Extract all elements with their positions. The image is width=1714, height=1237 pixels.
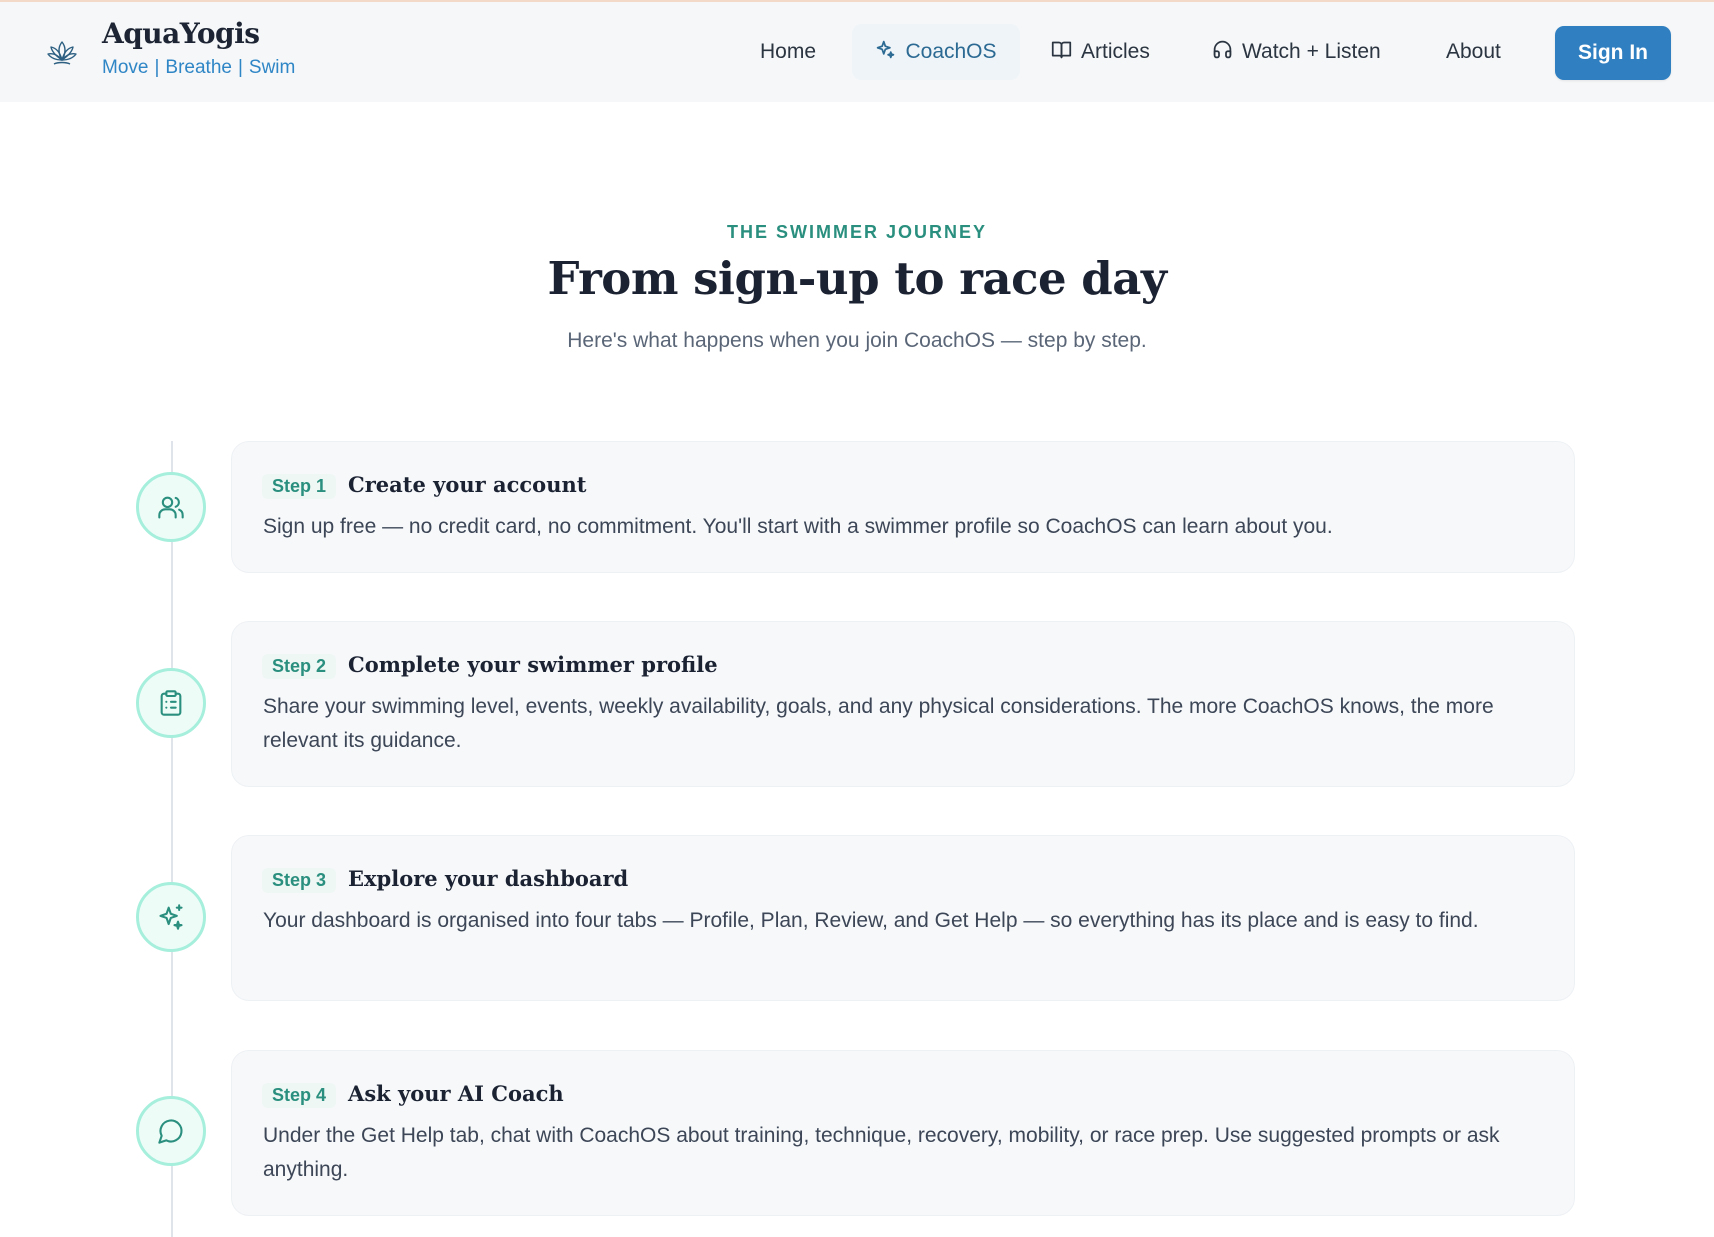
chat-bubble-icon bbox=[136, 1096, 206, 1166]
step-description: Under the Get Help tab, chat with CoachO… bbox=[263, 1124, 1500, 1181]
step-description: Your dashboard is organised into four ta… bbox=[263, 909, 1479, 932]
step-number-badge: Step 1 bbox=[262, 474, 337, 499]
nav-home-label: Home bbox=[760, 40, 817, 63]
step-number-badge: Step 2 bbox=[262, 654, 337, 679]
step-title: Create your account bbox=[348, 472, 587, 497]
step-header: Step 1 Create your account bbox=[262, 472, 586, 499]
users-icon bbox=[136, 472, 206, 542]
step-card-1: Step 1 Create your account Sign up free … bbox=[231, 441, 1575, 573]
step-header: Step 2 Complete your swimmer profile bbox=[262, 652, 718, 679]
step-description: Share your swimming level, events, weekl… bbox=[263, 695, 1494, 752]
step-description: Sign up free — no credit card, no commit… bbox=[263, 515, 1333, 538]
step-number-badge: Step 3 bbox=[262, 868, 337, 893]
nav-coachos-link[interactable]: CoachOS bbox=[852, 24, 1020, 80]
nav-watch-listen-link[interactable]: Watch + Listen bbox=[1212, 24, 1381, 80]
headphones-icon bbox=[1212, 39, 1233, 66]
main-nav: Home CoachOS Articles Watch + Listen Abo… bbox=[0, 24, 1714, 80]
sign-in-button[interactable]: Sign In bbox=[1555, 26, 1671, 80]
nav-articles-label: Articles bbox=[1081, 40, 1150, 63]
clipboard-icon bbox=[136, 668, 206, 738]
sparkles-icon bbox=[136, 882, 206, 952]
step-card-4: Step 4 Ask your AI Coach Under the Get H… bbox=[231, 1050, 1575, 1216]
step-title: Complete your swimmer profile bbox=[348, 652, 718, 677]
site-header: AquaYogis Move | Breathe | Swim Home CoachOS bbox=[0, 2, 1714, 102]
nav-articles-link[interactable]: Articles bbox=[1051, 24, 1150, 80]
step-number-badge: Step 4 bbox=[262, 1083, 337, 1108]
nav-watch-listen-label: Watch + Listen bbox=[1242, 40, 1381, 63]
step-card-3: Step 3 Explore your dashboard Your dashb… bbox=[231, 835, 1575, 1001]
nav-about-label: About bbox=[1446, 40, 1501, 63]
sparkles-icon bbox=[875, 39, 896, 66]
step-header: Step 4 Ask your AI Coach bbox=[262, 1081, 564, 1108]
nav-home-link[interactable]: Home bbox=[760, 24, 816, 80]
section-eyebrow: THE SWIMMER JOURNEY bbox=[726, 222, 987, 242]
nav-coachos-label: CoachOS bbox=[905, 40, 997, 63]
step-header: Step 3 Explore your dashboard bbox=[262, 866, 628, 893]
page-subtitle: Here's what happens when you join CoachO… bbox=[567, 329, 1147, 352]
step-title: Explore your dashboard bbox=[348, 866, 629, 891]
step-card-2: Step 2 Complete your swimmer profile Sha… bbox=[231, 621, 1575, 787]
page-title: From sign-up to race day bbox=[547, 252, 1167, 305]
open-book-icon bbox=[1051, 39, 1072, 66]
step-title: Ask your AI Coach bbox=[348, 1081, 564, 1106]
nav-about-link[interactable]: About bbox=[1446, 24, 1501, 80]
